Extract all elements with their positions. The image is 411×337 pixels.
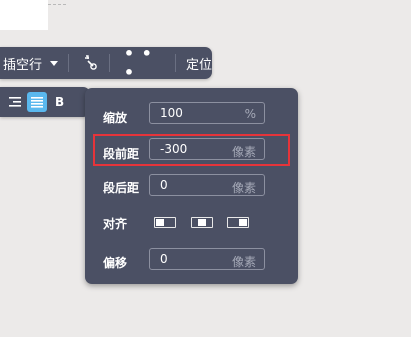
- space-before-highlight: [93, 134, 290, 166]
- toolbar-divider: [68, 54, 69, 72]
- align-left-icon[interactable]: [154, 217, 176, 228]
- space-after-unit: 像素: [231, 181, 256, 195]
- toolbar-divider: [175, 54, 176, 72]
- scale-value: 100: [160, 106, 183, 120]
- align-right-icon[interactable]: [9, 97, 21, 107]
- align-right-icon[interactable]: [227, 217, 249, 228]
- document-page: [0, 0, 48, 30]
- page-margin-guide: [48, 0, 66, 5]
- offset-value: 0: [160, 252, 168, 266]
- toolbar-divider: [108, 54, 110, 72]
- align-center-icon[interactable]: [191, 217, 213, 228]
- align-label: 对齐: [103, 217, 128, 231]
- space-after-label: 段后距: [103, 181, 140, 195]
- position-button[interactable]: 定位: [186, 54, 212, 73]
- offset-unit: 像素: [231, 255, 256, 269]
- offset-input[interactable]: 0 像素: [149, 248, 265, 270]
- space-after-input[interactable]: 0 像素: [149, 174, 265, 196]
- format-brush-icon[interactable]: [83, 55, 97, 71]
- caret-down-icon[interactable]: [50, 60, 59, 66]
- insert-blank-line-button[interactable]: 插空行: [3, 54, 42, 73]
- offset-label: 偏移: [103, 256, 128, 270]
- scale-input[interactable]: 100 %: [149, 102, 265, 124]
- paragraph-settings-panel: 缩放 100 % 段前距 -300 像素 段后距 0 像素 对齐 偏移 0 像素: [85, 88, 298, 284]
- more-dots-icon[interactable]: • • •: [124, 44, 167, 82]
- floating-toolbar: 插空行 • • • 定位: [0, 44, 212, 82]
- format-toolbar: B: [0, 87, 90, 117]
- align-justify-icon[interactable]: [27, 92, 47, 112]
- scale-label: 缩放: [103, 111, 128, 125]
- scale-unit: %: [244, 107, 256, 121]
- bold-button[interactable]: B: [55, 95, 64, 109]
- space-after-value: 0: [160, 178, 168, 192]
